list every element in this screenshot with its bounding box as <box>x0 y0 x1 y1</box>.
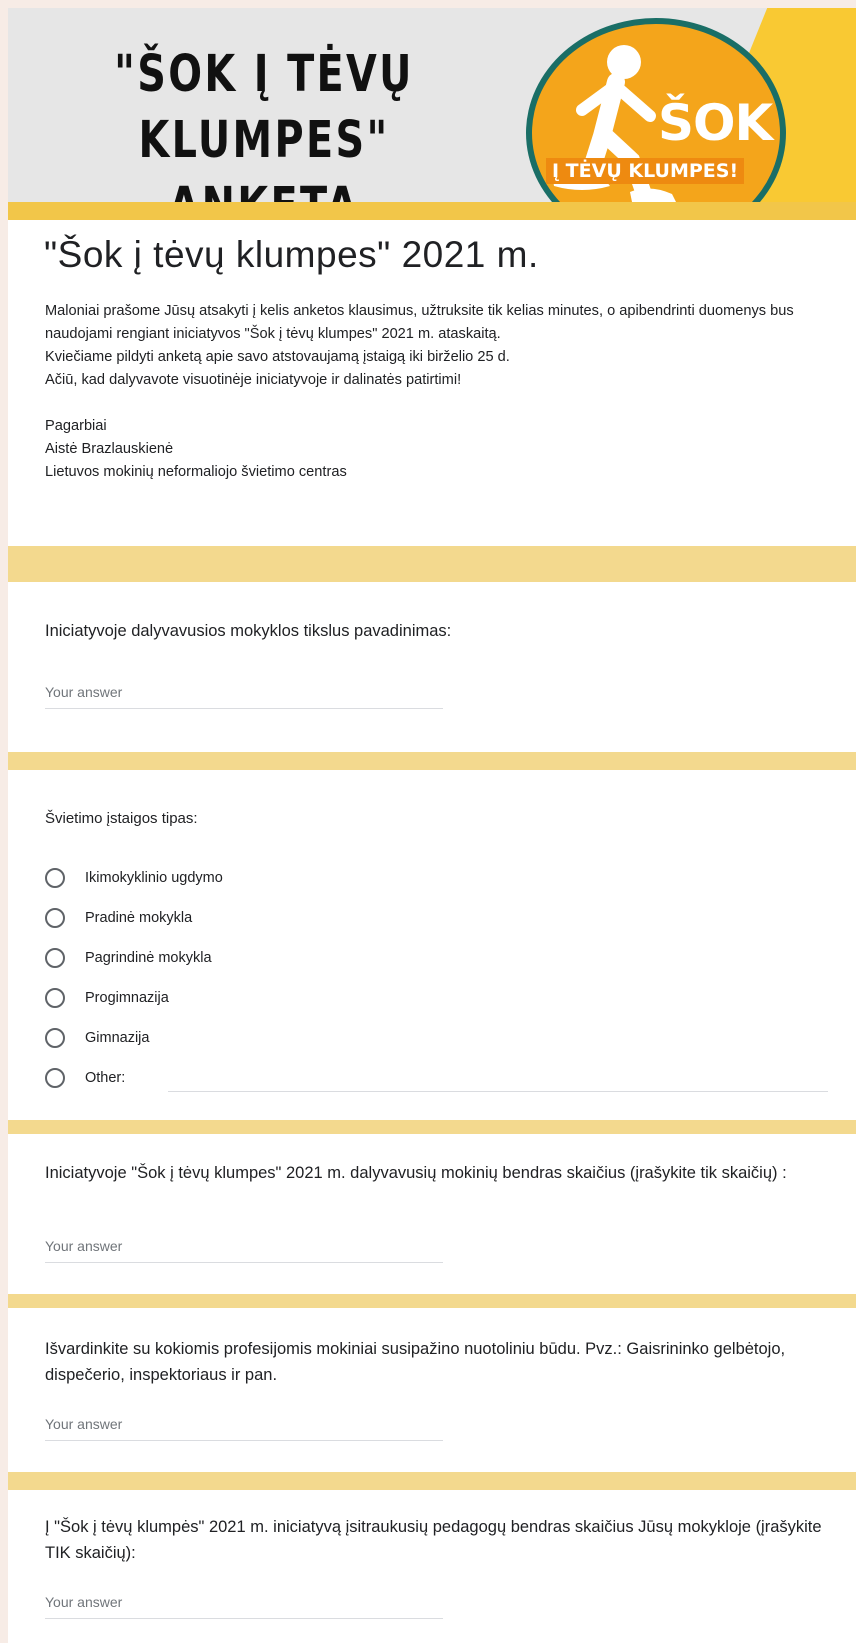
section-divider <box>8 752 856 770</box>
radio-option[interactable]: Pagrindinė mokykla <box>45 946 212 970</box>
radio-button[interactable] <box>45 1068 65 1088</box>
other-text-input[interactable] <box>168 1090 828 1092</box>
teacher-count-input[interactable]: Your answer <box>45 1592 443 1619</box>
header-banner: "ŠOK Į TĖVŲ KLUMPES" ANKETA ŠOK Į TĖVŲ K… <box>8 8 856 202</box>
radio-option-label: Pagrindinė mokykla <box>85 950 212 966</box>
logo-subtitle: Į TĖVŲ KLUMPES! <box>546 158 745 184</box>
description-paragraph: Ačiū, kad dalyvavote visuotinėje iniciat… <box>45 372 462 388</box>
section-divider <box>8 202 856 220</box>
radio-button[interactable] <box>45 908 65 928</box>
form-title: "Šok į tėvų klumpes" 2021 m. <box>44 234 539 275</box>
section-divider <box>8 1472 856 1490</box>
initiative-logo: ŠOK Į TĖVŲ KLUMPES! <box>526 18 786 202</box>
banner-title-line-2: KLUMPES" ANKETA <box>138 111 390 202</box>
banner-title: "ŠOK Į TĖVŲ KLUMPES" ANKETA <box>92 42 435 202</box>
professions-input[interactable]: Your answer <box>45 1414 443 1441</box>
question-label: Išvardinkite su kokiomis profesijomis mo… <box>45 1340 786 1384</box>
question-card-professions: Išvardinkite su kokiomis profesijomis mo… <box>8 1308 856 1472</box>
radio-option-label: Other: <box>85 1070 126 1086</box>
radio-option-label: Progimnazija <box>85 990 169 1006</box>
logo-word: ŠOK <box>658 94 773 152</box>
radio-option[interactable]: Gimnazija <box>45 1026 149 1050</box>
radio-button[interactable] <box>45 868 65 888</box>
description-paragraph: Maloniai prašome Jūsų atsakyti į kelis a… <box>45 303 794 342</box>
radio-option-label: Pradinė mokykla <box>85 910 193 926</box>
section-divider <box>8 1294 856 1308</box>
question-label: Švietimo įstaigos tipas: <box>45 810 198 827</box>
question-label: Iniciatyvoje "Šok į tėvų klumpes" 2021 m… <box>45 1164 787 1182</box>
radio-option[interactable]: Progimnazija <box>45 986 169 1010</box>
section-divider <box>8 1120 856 1134</box>
radio-option[interactable]: Pradinė mokykla <box>45 906 192 930</box>
signature-line: Pagarbiai <box>45 418 107 434</box>
form-header-card: "Šok į tėvų klumpes" 2021 m. Maloniai pr… <box>8 220 856 546</box>
radio-option-label: Gimnazija <box>85 1030 150 1046</box>
radio-button[interactable] <box>45 948 65 968</box>
banner-title-line-1: "ŠOK Į TĖVŲ <box>114 45 414 104</box>
question-label: Iniciatyvoje dalyvavusios mokyklos tiksl… <box>45 622 452 640</box>
radio-option-label: Ikimokyklinio ugdymo <box>85 870 223 886</box>
question-card-teacher-count: Į "Šok į tėvų klumpės" 2021 m. iniciatyv… <box>8 1490 856 1643</box>
description-paragraph: Kviečiame pildyti anketą apie savo atsto… <box>45 349 510 365</box>
signature-line: Aistė Brazlauskienė <box>45 441 174 457</box>
question-label: Į "Šok į tėvų klumpės" 2021 m. iniciatyv… <box>45 1518 822 1562</box>
radio-option-other[interactable]: Other: <box>45 1066 125 1090</box>
form-description: Maloniai prašome Jūsų atsakyti į kelis a… <box>45 300 845 484</box>
school-name-input[interactable]: Your answer <box>45 682 443 709</box>
question-card-institution-type: Švietimo įstaigos tipas: Ikimokyklinio u… <box>8 770 856 1120</box>
question-card-school-name: Iniciatyvoje dalyvavusios mokyklos tiksl… <box>8 582 856 752</box>
signature-line: Lietuvos mokinių neformaliojo švietimo c… <box>45 464 347 480</box>
question-card-student-count: Iniciatyvoje "Šok į tėvų klumpes" 2021 m… <box>8 1134 856 1294</box>
radio-button[interactable] <box>45 1028 65 1048</box>
radio-button[interactable] <box>45 988 65 1008</box>
radio-option[interactable]: Ikimokyklinio ugdymo <box>45 866 223 890</box>
section-divider <box>8 546 856 582</box>
student-count-input[interactable]: Your answer <box>45 1236 443 1263</box>
